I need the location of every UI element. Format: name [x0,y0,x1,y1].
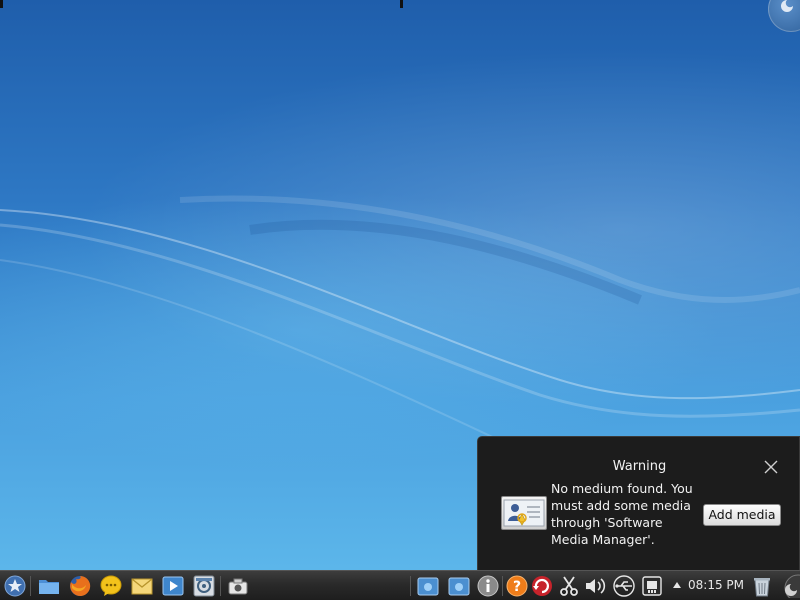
corner-marker-center [400,0,403,8]
taskbar-separator [410,576,411,596]
mail-icon[interactable] [130,574,154,598]
volume-icon[interactable] [583,574,607,598]
trash-icon[interactable] [750,574,774,598]
notification-popup: Warning No medium found. You must add so… [477,436,800,570]
update-icon[interactable] [530,574,554,598]
clipboard-scissors-icon[interactable] [557,574,581,598]
notification-message: No medium found. You must add some media… [551,481,693,547]
usb-icon[interactable] [612,574,636,598]
clock[interactable]: 08:15 PM [688,578,744,592]
panel-toolbox-icon[interactable] [778,574,800,598]
desktop-toolbox-icon [781,0,793,12]
firefox-icon[interactable] [68,574,92,598]
folder-view-2-icon[interactable] [447,574,471,598]
media-manager-icon [501,496,547,530]
control-center-icon[interactable] [192,574,216,598]
info-icon[interactable] [476,574,500,598]
screenshot-icon[interactable] [226,574,250,598]
taskbar-separator [30,576,31,596]
close-icon[interactable] [763,459,779,475]
taskbar-separator [220,576,221,596]
network-icon[interactable] [640,574,664,598]
corner-marker-left [0,0,3,8]
taskbar: ? 08:15 PM [0,570,800,600]
file-manager-icon[interactable] [37,574,61,598]
taskbar-separator [502,576,503,596]
svg-text:?: ? [513,579,521,595]
notification-title: Warning [612,459,667,474]
tray-expand-icon[interactable] [672,581,682,589]
help-icon[interactable]: ? [505,574,529,598]
application-launcher-icon[interactable] [3,574,27,598]
chat-icon[interactable] [99,574,123,598]
folder-view-icon[interactable] [416,574,440,598]
media-player-icon[interactable] [161,574,185,598]
add-media-button[interactable]: Add media [703,504,781,526]
